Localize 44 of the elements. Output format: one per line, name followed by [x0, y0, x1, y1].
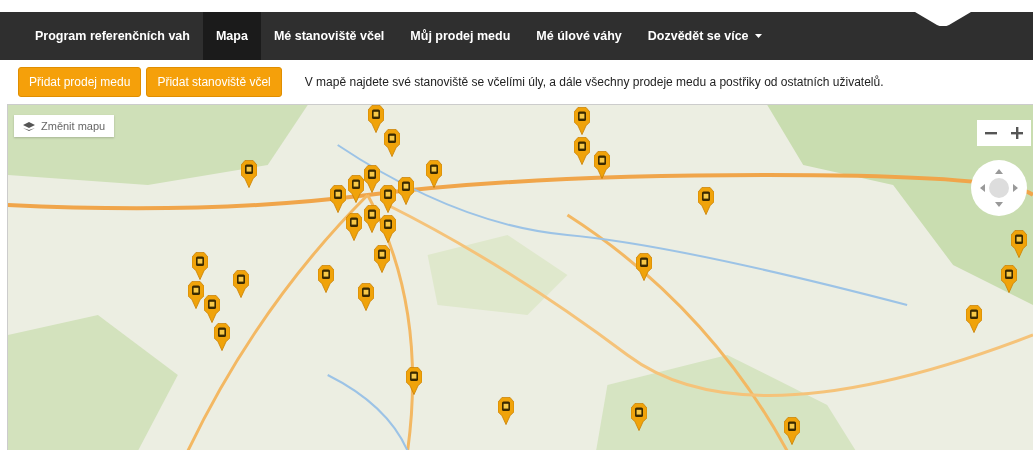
change-map-button[interactable]: Změnit mapu [14, 115, 115, 137]
beehive-marker-icon[interactable] [594, 151, 610, 179]
beehive-marker-icon[interactable] [426, 160, 442, 188]
notch-icon [915, 12, 971, 26]
beehive-marker-icon[interactable] [330, 185, 346, 213]
beehive-marker-icon[interactable] [398, 177, 414, 205]
beehive-marker-icon[interactable] [358, 283, 374, 311]
beehive-marker-icon[interactable] [498, 397, 514, 425]
beehive-marker-icon[interactable] [364, 165, 380, 193]
nav-item[interactable]: Můj prodej medu [397, 12, 524, 60]
nav-item[interactable]: Mapa [202, 12, 261, 60]
beehive-marker-icon[interactable] [380, 185, 396, 213]
beehive-marker-icon[interactable] [192, 252, 208, 280]
beehive-marker-icon[interactable] [1001, 265, 1017, 293]
nav-item[interactable]: Program referenčních vah [22, 12, 203, 60]
beehive-marker-icon[interactable] [241, 160, 257, 188]
beehive-marker-icon[interactable] [1011, 230, 1027, 258]
nav-item[interactable]: Mé stanoviště včel [260, 12, 398, 60]
beehive-marker-icon[interactable] [348, 175, 364, 203]
beehive-marker-icon[interactable] [574, 107, 590, 135]
beehive-marker-icon[interactable] [204, 295, 220, 323]
beehive-marker-icon[interactable] [374, 245, 390, 273]
beehive-marker-icon[interactable] [784, 417, 800, 445]
zoom-in-icon[interactable] [1011, 127, 1023, 139]
info-text: V mapě najdete své stanoviště se včelími úly, a dále všechny prodeje medu a postřiky od ostatních uživatelů. [304, 75, 884, 89]
beehive-marker-icon[interactable] [318, 265, 334, 293]
beehive-marker-icon[interactable] [631, 403, 647, 431]
beehive-marker-icon[interactable] [364, 205, 380, 233]
beehive-marker-icon[interactable] [574, 137, 590, 165]
beehive-marker-icon[interactable] [698, 187, 714, 215]
beehive-marker-icon[interactable] [406, 367, 422, 395]
layers-icon [23, 121, 35, 131]
beehive-marker-icon[interactable] [188, 281, 204, 309]
beehive-marker-icon[interactable] [380, 215, 396, 243]
beehive-marker-icon[interactable] [214, 323, 230, 351]
beehive-marker-icon[interactable] [233, 270, 249, 298]
beehive-marker-icon[interactable] [368, 105, 384, 133]
nav-item[interactable]: Mé úlové váhy [523, 12, 635, 60]
beehive-marker-icon[interactable] [346, 213, 362, 241]
beehive-marker-icon[interactable] [636, 253, 652, 281]
beehive-marker-icon[interactable] [966, 305, 982, 333]
nav-item[interactable]: Dozvědět se více [634, 12, 775, 60]
beehive-marker-icon[interactable] [384, 129, 400, 157]
pan-control-icon[interactable] [971, 160, 1027, 216]
